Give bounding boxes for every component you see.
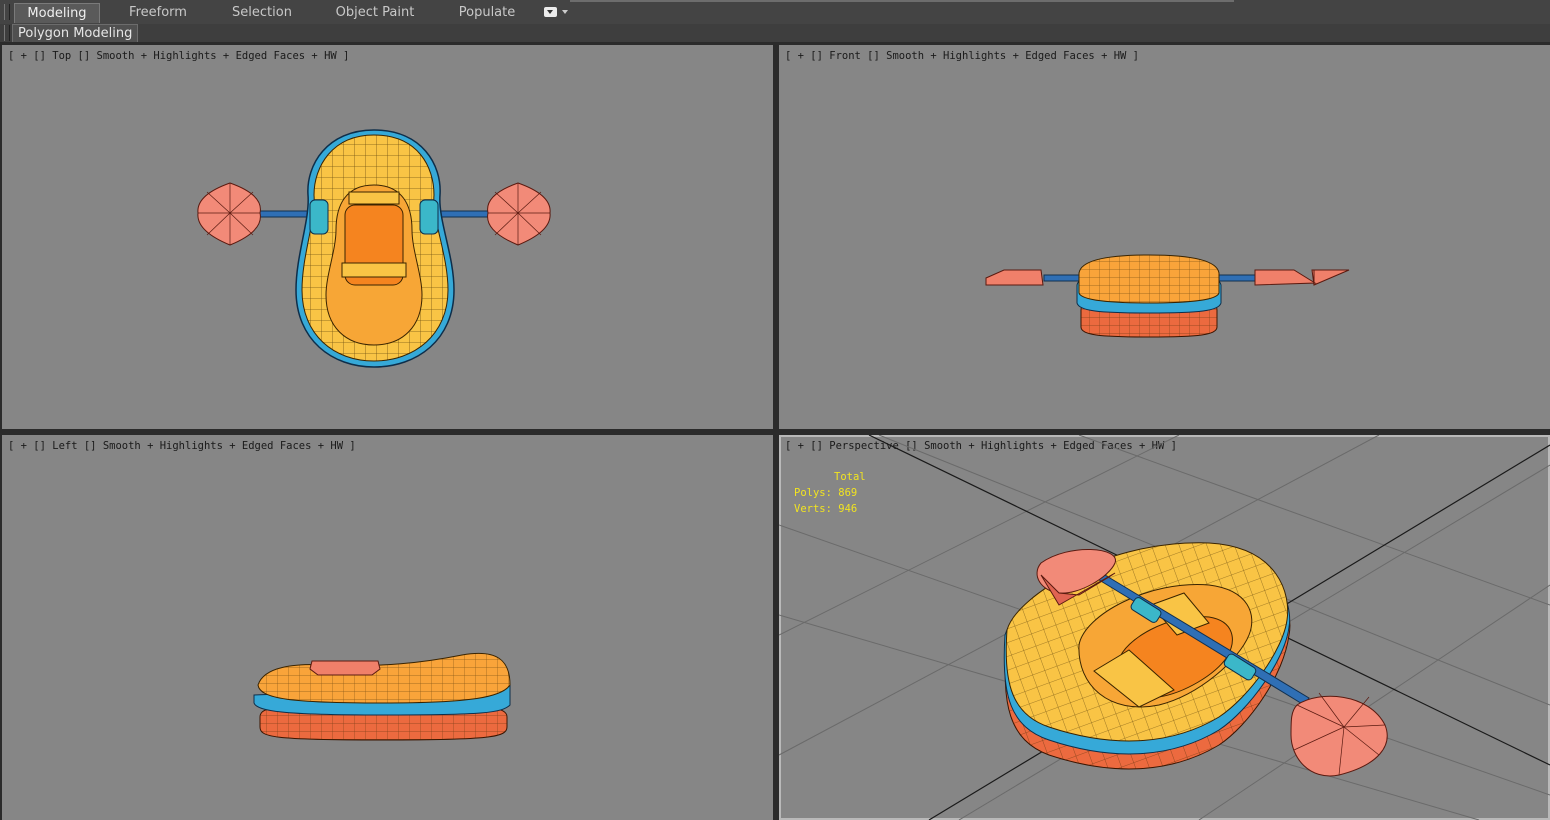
paddle-blade	[309, 660, 381, 676]
panel-grip[interactable]	[4, 25, 10, 41]
tab-selection[interactable]: Selection	[220, 3, 304, 22]
raft-body	[253, 652, 511, 741]
ribbon: Modeling Freeform Selection Object Paint…	[0, 0, 1550, 25]
raft-front-view	[985, 254, 1350, 338]
chevron-down-icon	[562, 10, 568, 14]
raft-body	[295, 129, 455, 368]
ribbon-panel-bar: Polygon Modeling	[0, 24, 1550, 43]
dropdown-icon	[544, 7, 557, 17]
raft-body	[1076, 254, 1222, 338]
oarlock-right	[419, 199, 439, 235]
viewport-perspective[interactable]: [ + [] Perspective [] Smooth + Highlight…	[779, 435, 1550, 820]
viewport-left[interactable]: [ + [] Left [] Smooth + Highlights + Edg…	[2, 435, 773, 820]
ribbon-grip[interactable]	[4, 4, 10, 20]
viewport-top[interactable]: [ + [] Top [] Smooth + Highlights + Edge…	[2, 45, 773, 429]
tab-populate[interactable]: Populate	[446, 3, 528, 22]
raft-perspective-view	[779, 435, 1550, 820]
ribbon-options-dropdown[interactable]	[544, 6, 570, 19]
tab-freeform[interactable]: Freeform	[116, 3, 200, 22]
tab-modeling[interactable]: Modeling	[14, 3, 100, 23]
paddle-right-blade	[1311, 269, 1350, 286]
paddle-front-blade	[1290, 692, 1388, 777]
paddle-left-blade	[985, 269, 1044, 286]
viewport-area: [ + [] Top [] Smooth + Highlights + Edge…	[0, 42, 1550, 820]
tab-object-paint[interactable]: Object Paint	[330, 3, 420, 22]
raft-top-view	[197, 129, 551, 368]
paddle-right-tip	[1254, 269, 1317, 286]
raft-left-view	[253, 652, 511, 741]
viewport-front[interactable]: [ + [] Front [] Smooth + Highlights + Ed…	[779, 45, 1550, 429]
paddle-right-blade	[487, 182, 551, 246]
polygon-modeling-button[interactable]: Polygon Modeling	[12, 24, 139, 43]
oarlock-left	[309, 199, 329, 235]
paddle-left-blade	[197, 182, 261, 246]
ribbon-divider	[570, 0, 1234, 2]
